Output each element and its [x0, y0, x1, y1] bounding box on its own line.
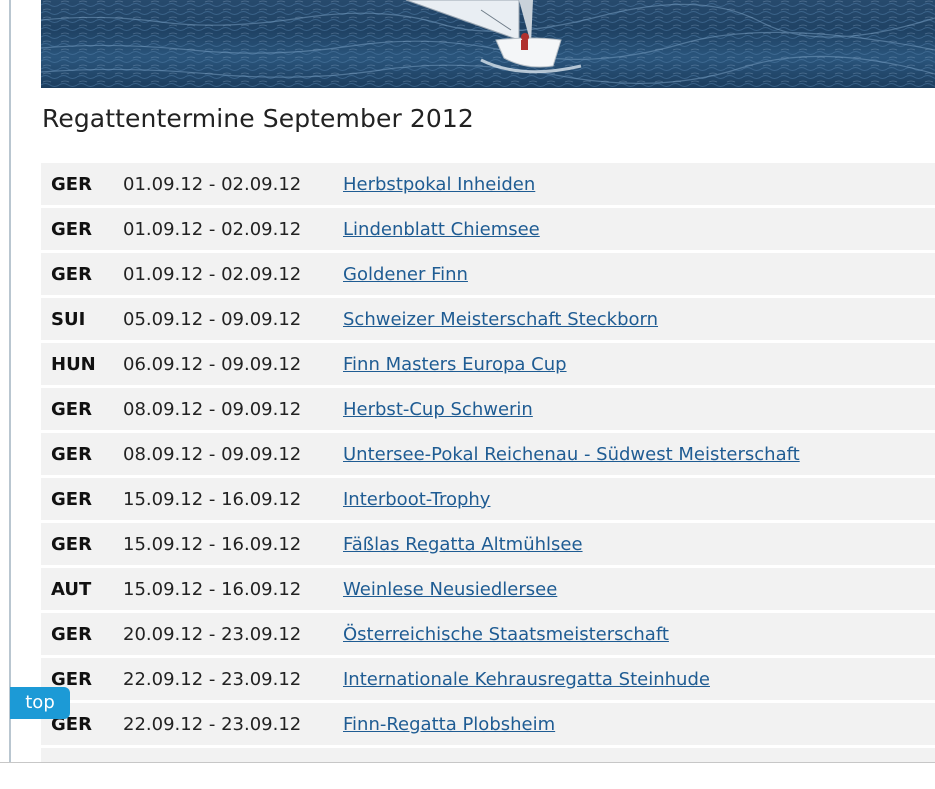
event-link[interactable]: Fäßlas Regatta Altmühlsee: [343, 534, 583, 555]
sailboat-image: [41, 0, 935, 88]
event-dates: 01.09.12 - 02.09.12: [123, 173, 302, 195]
event-link[interactable]: Weinlese Neusiedlersee: [343, 579, 557, 600]
table-row: GER 20.09.12 - 23.09.12 Österreichische …: [41, 613, 935, 655]
country-code: GER: [51, 533, 92, 555]
event-link[interactable]: Finn-Regatta Plobsheim: [343, 714, 555, 735]
event-link[interactable]: Internationale Kehrausregatta Steinhude: [343, 669, 710, 690]
event-dates: 15.09.12 - 16.09.12: [123, 578, 302, 600]
country-code: AUT: [51, 578, 92, 600]
event-link[interactable]: Schweizer Meisterschaft Steckborn: [343, 309, 658, 330]
regatta-table: GER 01.09.12 - 02.09.12 Herbstpokal Inhe…: [41, 163, 935, 762]
event-link[interactable]: Finn Masters Europa Cup: [343, 354, 567, 375]
table-row-partial: [41, 748, 935, 762]
event-dates: 20.09.12 - 23.09.12: [123, 623, 302, 645]
event-dates: 15.09.12 - 16.09.12: [123, 533, 302, 555]
hero-image: [41, 0, 935, 88]
left-border: [9, 0, 11, 763]
event-dates: 01.09.12 - 02.09.12: [123, 263, 302, 285]
viewport-bottom-edge: [0, 762, 935, 763]
event-dates: 06.09.12 - 09.09.12: [123, 353, 302, 375]
table-row: SUI 05.09.12 - 09.09.12 Schweizer Meiste…: [41, 298, 935, 340]
table-row: GER 15.09.12 - 16.09.12 Interboot-Trophy: [41, 478, 935, 520]
page-frame: Regattentermine September 2012 GER 01.09…: [0, 0, 935, 763]
event-dates: 05.09.12 - 09.09.12: [123, 308, 302, 330]
country-code: SUI: [51, 308, 86, 330]
country-code: GER: [51, 488, 92, 510]
country-code: GER: [51, 173, 92, 195]
event-link[interactable]: Herbstpokal Inheiden: [343, 174, 535, 195]
country-code: GER: [51, 443, 92, 465]
table-row: GER 22.09.12 - 23.09.12 Internationale K…: [41, 658, 935, 700]
table-row: GER 22.09.12 - 23.09.12 Finn-Regatta Plo…: [41, 703, 935, 745]
event-dates: 08.09.12 - 09.09.12: [123, 398, 302, 420]
table-row: GER 01.09.12 - 02.09.12 Lindenblatt Chie…: [41, 208, 935, 250]
table-row: GER 08.09.12 - 09.09.12 Untersee-Pokal R…: [41, 433, 935, 475]
event-dates: 01.09.12 - 02.09.12: [123, 218, 302, 240]
event-link[interactable]: Lindenblatt Chiemsee: [343, 219, 540, 240]
country-code: GER: [51, 623, 92, 645]
page-title: Regattentermine September 2012: [42, 104, 474, 133]
table-row: GER 01.09.12 - 02.09.12 Goldener Finn: [41, 253, 935, 295]
event-dates: 15.09.12 - 16.09.12: [123, 488, 302, 510]
event-link[interactable]: Interboot-Trophy: [343, 489, 490, 510]
table-row: GER 15.09.12 - 16.09.12 Fäßlas Regatta A…: [41, 523, 935, 565]
event-dates: 08.09.12 - 09.09.12: [123, 443, 302, 465]
country-code: GER: [51, 263, 92, 285]
event-dates: 22.09.12 - 23.09.12: [123, 668, 302, 690]
event-link[interactable]: Goldener Finn: [343, 264, 468, 285]
event-link[interactable]: Untersee-Pokal Reichenau - Südwest Meist…: [343, 444, 800, 465]
table-row: GER 08.09.12 - 09.09.12 Herbst-Cup Schwe…: [41, 388, 935, 430]
event-dates: 22.09.12 - 23.09.12: [123, 713, 302, 735]
country-code: GER: [51, 218, 92, 240]
event-link[interactable]: Herbst-Cup Schwerin: [343, 399, 533, 420]
table-row: HUN 06.09.12 - 09.09.12 Finn Masters Eur…: [41, 343, 935, 385]
scroll-to-top-button[interactable]: top: [10, 687, 70, 719]
event-link[interactable]: Österreichische Staatsmeisterschaft: [343, 624, 669, 645]
table-row: GER 01.09.12 - 02.09.12 Herbstpokal Inhe…: [41, 163, 935, 205]
table-row: AUT 15.09.12 - 16.09.12 Weinlese Neusied…: [41, 568, 935, 610]
country-code: GER: [51, 398, 92, 420]
country-code: HUN: [51, 353, 96, 375]
